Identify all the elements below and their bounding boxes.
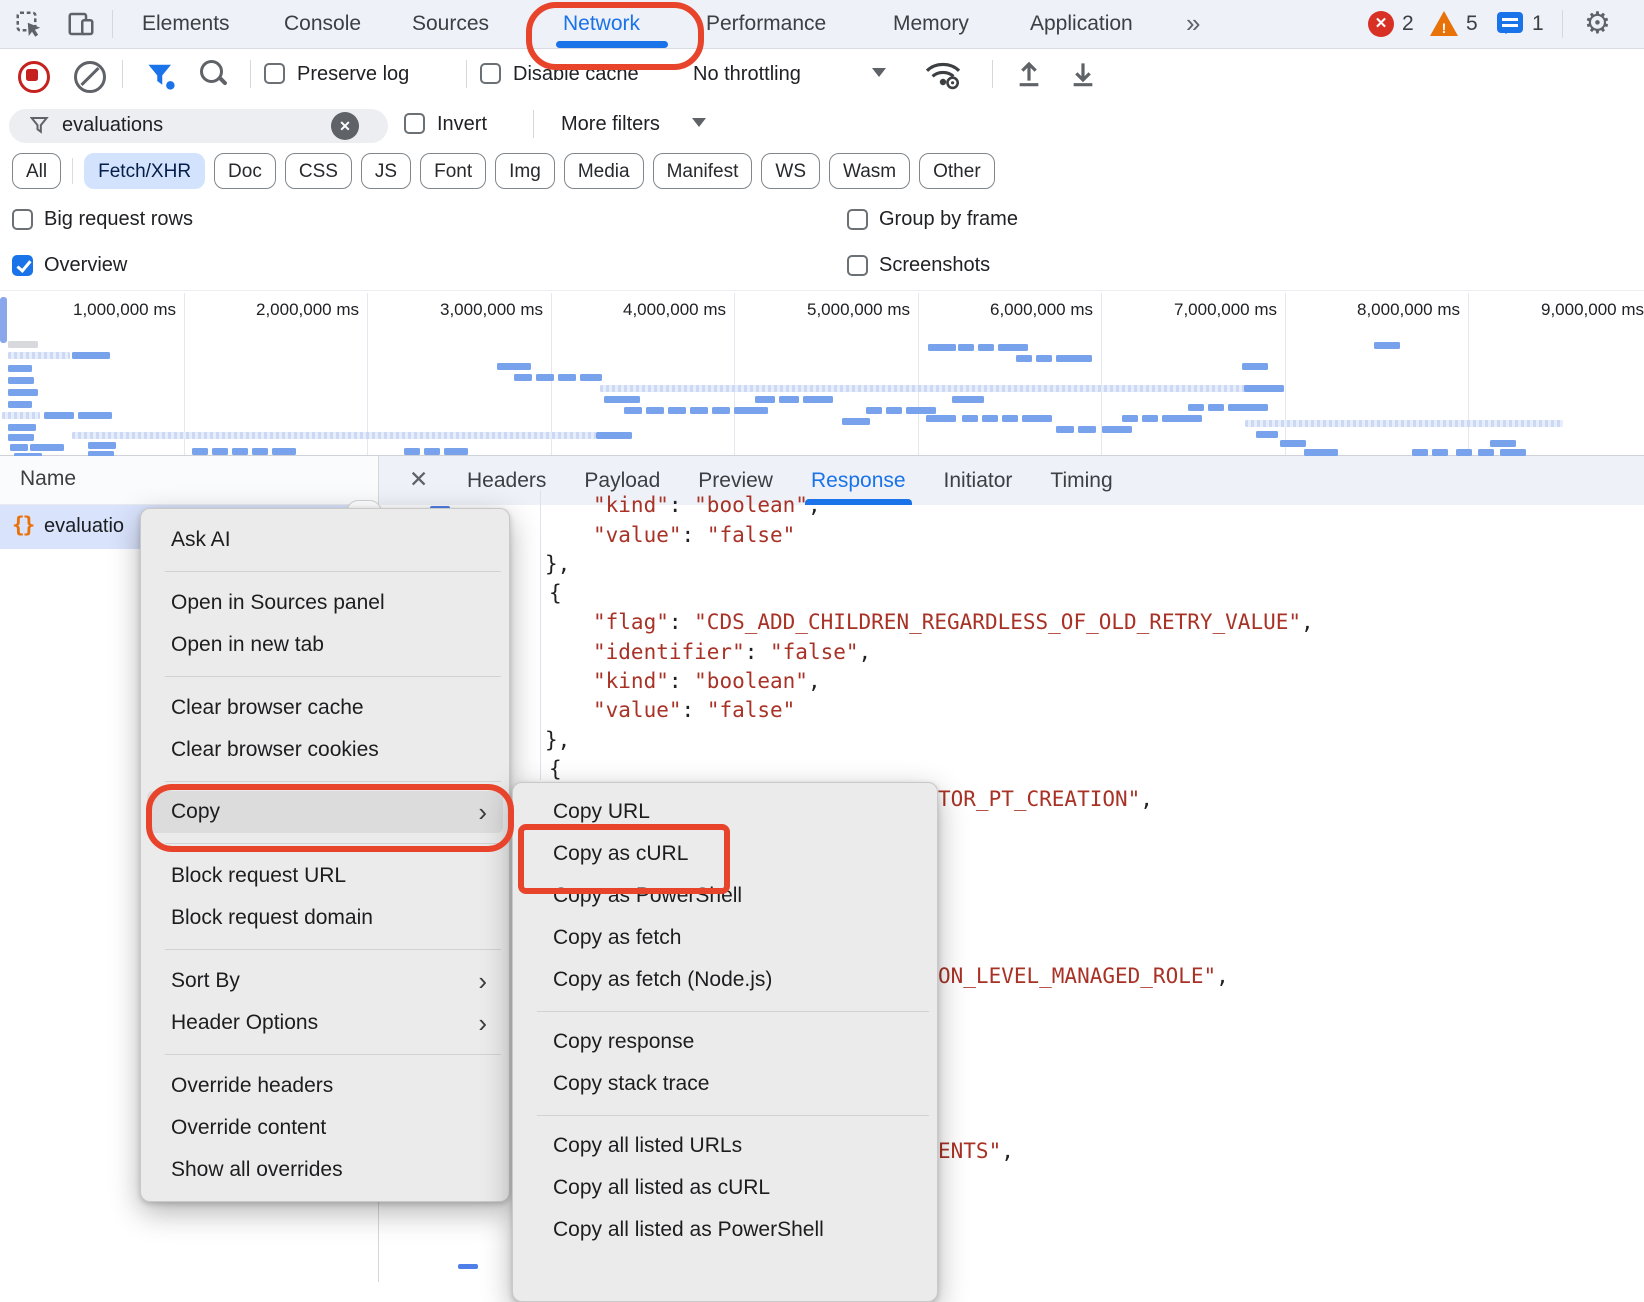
response-code-line: "flag": "CDS_ADD_CHILDREN_REGARDLESS_OF_… [593,609,1314,635]
menu-item-copy-stack-trace[interactable]: Copy stack trace [519,1063,931,1105]
menu-item-open-in-new-tab[interactable]: Open in new tab [147,624,503,666]
menu-item-override-headers[interactable]: Override headers [147,1065,503,1107]
menu-separator [165,843,501,844]
menu-item-copy-as-powershell[interactable]: Copy as PowerShell [519,875,931,917]
menu-item-clear-browser-cache[interactable]: Clear browser cache [147,687,503,729]
response-code-line: ENTS", [938,1138,1014,1164]
response-code-line: "value": "false" [593,522,795,548]
response-code-line: }, [545,727,570,753]
menu-item-block-request-domain[interactable]: Block request domain [147,897,503,939]
menu-item-show-all-overrides[interactable]: Show all overrides [147,1149,503,1191]
menu-item-clear-browser-cookies[interactable]: Clear browser cookies [147,729,503,771]
menu-separator [165,571,501,572]
context-menu: Ask AI Open in Sources panel Open in new… [140,508,510,1202]
menu-item-copy[interactable]: Copy › [147,791,503,833]
menu-item-ask-ai[interactable]: Ask AI [147,519,503,561]
menu-item-copy-all-listed-as-curl[interactable]: Copy all listed as cURL [519,1167,931,1209]
menu-item-header-options[interactable]: Header Options › [147,1002,503,1044]
menu-item-block-request-url[interactable]: Block request URL [147,855,503,897]
menu-item-copy-as-fetch[interactable]: Copy as fetch [519,917,931,959]
response-code-line: }, [545,551,570,577]
response-code-line: { [549,756,562,782]
menu-separator [165,676,501,677]
menu-separator [165,1054,501,1055]
response-code-line: "value": "false" [593,697,795,723]
response-code-line: "kind": "boolean", [593,492,821,518]
submenu-chevron-icon: › [478,791,487,833]
menu-item-open-in-sources[interactable]: Open in Sources panel [147,582,503,624]
menu-item-copy-as-fetch-nodejs[interactable]: Copy as fetch (Node.js) [519,959,931,1001]
submenu-chevron-icon: › [478,1002,487,1044]
copy-submenu: Copy URL Copy as cURL Copy as PowerShell… [512,782,938,1302]
menu-item-sort-by[interactable]: Sort By › [147,960,503,1002]
submenu-chevron-icon: › [478,960,487,1002]
response-code-line: "kind": "boolean", [593,668,821,694]
menu-separator [165,781,501,782]
menu-item-copy-url[interactable]: Copy URL [519,791,931,833]
menu-item-copy-all-listed-as-powershell[interactable]: Copy all listed as PowerShell [519,1209,931,1251]
menu-separator [537,1115,929,1116]
fold-marker[interactable] [458,1264,478,1269]
menu-item-copy-response[interactable]: Copy response [519,1021,931,1063]
menu-item-override-content[interactable]: Override content [147,1107,503,1149]
menu-separator [165,949,501,950]
response-code-line: ON_LEVEL_MANAGED_ROLE", [938,963,1229,989]
menu-item-copy-as-curl[interactable]: Copy as cURL [519,833,931,875]
menu-separator [537,1011,929,1012]
response-code-line: { [549,580,562,606]
response-code-line: "identifier": "false", [593,639,871,665]
response-code-line: TOR_PT_CREATION", [938,786,1153,812]
menu-item-copy-all-listed-urls[interactable]: Copy all listed URLs [519,1125,931,1167]
